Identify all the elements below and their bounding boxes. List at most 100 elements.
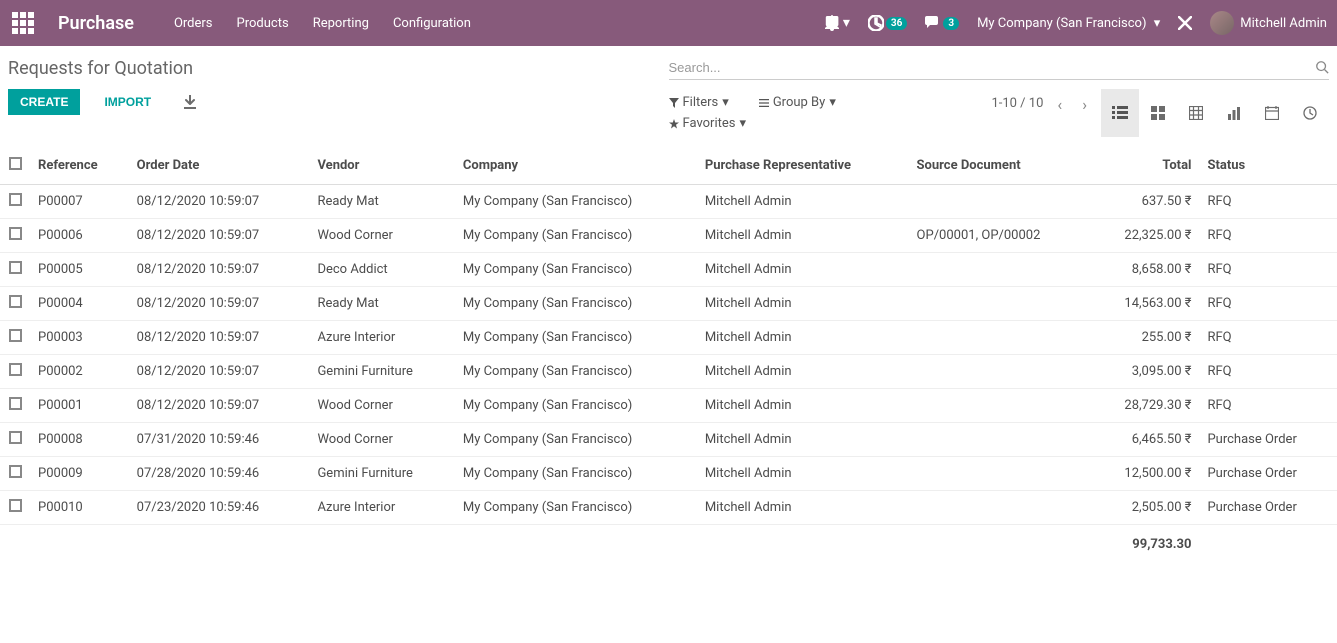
search-options: Filters ▾ Group By ▾ Favorites ▾	[669, 89, 889, 131]
cell-status: Purchase Order	[1199, 423, 1337, 457]
cell-status: RFQ	[1199, 389, 1337, 423]
pager-value[interactable]: 1-10 / 10	[991, 96, 1043, 113]
nav-configuration[interactable]: Configuration	[393, 16, 471, 31]
user-menu[interactable]: Mitchell Admin	[1210, 11, 1327, 35]
company-selector[interactable]: My Company (San Francisco) ▾	[977, 16, 1160, 31]
cell-vendor: Wood Corner	[309, 389, 454, 423]
col-purchase-rep[interactable]: Purchase Representative	[697, 147, 909, 185]
cell-reference: P00002	[30, 355, 129, 389]
cell-company: My Company (San Francisco)	[455, 389, 697, 423]
col-total[interactable]: Total	[1091, 147, 1199, 185]
app-brand[interactable]: Purchase	[58, 13, 134, 34]
download-icon[interactable]	[175, 95, 205, 109]
view-graph-icon[interactable]	[1215, 89, 1253, 137]
row-checkbox[interactable]	[9, 329, 22, 342]
row-checkbox[interactable]	[9, 363, 22, 376]
col-order-date[interactable]: Order Date	[129, 147, 310, 185]
search-box[interactable]	[669, 56, 1330, 80]
cell-company: My Company (San Francisco)	[455, 321, 697, 355]
table-row[interactable]: P0001007/23/2020 10:59:46Azure InteriorM…	[0, 491, 1337, 525]
favorites-label: Favorites	[683, 116, 736, 131]
table-row[interactable]: P0000108/12/2020 10:59:07Wood CornerMy C…	[0, 389, 1337, 423]
cell-purchase-rep: Mitchell Admin	[697, 457, 909, 491]
row-checkbox[interactable]	[9, 499, 22, 512]
cell-vendor: Azure Interior	[309, 321, 454, 355]
view-calendar-icon[interactable]	[1253, 89, 1291, 137]
filters-label: Filters	[683, 95, 719, 110]
row-checkbox[interactable]	[9, 261, 22, 274]
cell-total: 28,729.30 ₹	[1091, 389, 1199, 423]
debug-close-icon[interactable]	[1178, 16, 1192, 30]
create-button[interactable]: CREATE	[8, 89, 80, 115]
select-all-checkbox[interactable]	[9, 157, 22, 170]
row-checkbox[interactable]	[9, 227, 22, 240]
row-checkbox[interactable]	[9, 295, 22, 308]
apps-icon[interactable]	[10, 10, 38, 36]
cell-purchase-rep: Mitchell Admin	[697, 423, 909, 457]
table-row[interactable]: P0000708/12/2020 10:59:07Ready MatMy Com…	[0, 185, 1337, 219]
cell-vendor: Deco Addict	[309, 253, 454, 287]
import-button[interactable]: IMPORT	[92, 89, 163, 115]
table-row[interactable]: P0000807/31/2020 10:59:46Wood CornerMy C…	[0, 423, 1337, 457]
cell-status: RFQ	[1199, 287, 1337, 321]
cell-total: 14,563.00 ₹	[1091, 287, 1199, 321]
cell-vendor: Gemini Furniture	[309, 355, 454, 389]
nav-right: ▾ 36 3 My Company (San Francisco) ▾ Mitc…	[825, 11, 1327, 35]
table-row[interactable]: P0000608/12/2020 10:59:07Wood CornerMy C…	[0, 219, 1337, 253]
col-source-doc[interactable]: Source Document	[909, 147, 1092, 185]
cell-source-doc	[909, 253, 1092, 287]
col-vendor[interactable]: Vendor	[309, 147, 454, 185]
pager-prev-icon[interactable]: ‹	[1051, 89, 1068, 120]
row-checkbox[interactable]	[9, 193, 22, 206]
user-label: Mitchell Admin	[1240, 16, 1327, 31]
table-row[interactable]: P0000208/12/2020 10:59:07Gemini Furnitur…	[0, 355, 1337, 389]
activities-icon[interactable]: 36	[868, 15, 907, 31]
col-reference[interactable]: Reference	[30, 147, 129, 185]
cell-order-date: 08/12/2020 10:59:07	[129, 253, 310, 287]
favorites-button[interactable]: Favorites ▾	[669, 116, 747, 131]
cell-reference: P00004	[30, 287, 129, 321]
cell-source-doc	[909, 355, 1092, 389]
caret-down-icon: ▾	[1154, 16, 1161, 31]
nav-reporting[interactable]: Reporting	[313, 16, 369, 31]
cell-reference: P00010	[30, 491, 129, 525]
table-row[interactable]: P0000907/28/2020 10:59:46Gemini Furnitur…	[0, 457, 1337, 491]
row-checkbox[interactable]	[9, 465, 22, 478]
nav-orders[interactable]: Orders	[174, 16, 213, 31]
row-checkbox[interactable]	[9, 397, 22, 410]
view-pivot-icon[interactable]	[1177, 89, 1215, 137]
cell-source-doc: OP/00001, OP/00002	[909, 219, 1092, 253]
filters-button[interactable]: Filters ▾	[669, 95, 729, 110]
nav-products[interactable]: Products	[237, 16, 289, 31]
discuss-icon[interactable]: 3	[925, 16, 959, 30]
table-row[interactable]: P0000408/12/2020 10:59:07Ready MatMy Com…	[0, 287, 1337, 321]
cell-total: 6,465.50 ₹	[1091, 423, 1199, 457]
col-company[interactable]: Company	[455, 147, 697, 185]
cell-company: My Company (San Francisco)	[455, 185, 697, 219]
search-input[interactable]	[669, 56, 1316, 79]
groupby-button[interactable]: Group By ▾	[759, 95, 836, 110]
cell-order-date: 07/23/2020 10:59:46	[129, 491, 310, 525]
control-panel: Requests for Quotation CREATE IMPORT Fil…	[0, 46, 1337, 137]
table-row[interactable]: P0000308/12/2020 10:59:07Azure InteriorM…	[0, 321, 1337, 355]
company-label: My Company (San Francisco)	[977, 16, 1146, 31]
messaging-icon[interactable]: ▾	[825, 15, 850, 31]
view-list-icon[interactable]	[1101, 89, 1139, 137]
cell-reference: P00007	[30, 185, 129, 219]
search-expand-icon[interactable]	[1315, 60, 1329, 74]
row-checkbox[interactable]	[9, 431, 22, 444]
col-status[interactable]: Status	[1199, 147, 1337, 185]
cell-company: My Company (San Francisco)	[455, 287, 697, 321]
table-row[interactable]: P0000508/12/2020 10:59:07Deco AddictMy C…	[0, 253, 1337, 287]
cell-order-date: 08/12/2020 10:59:07	[129, 355, 310, 389]
view-kanban-icon[interactable]	[1139, 89, 1177, 137]
pager-next-icon[interactable]: ›	[1076, 89, 1093, 120]
cell-reference: P00008	[30, 423, 129, 457]
cell-vendor: Azure Interior	[309, 491, 454, 525]
cell-source-doc	[909, 185, 1092, 219]
view-activity-icon[interactable]	[1291, 89, 1329, 137]
cell-total: 2,505.00 ₹	[1091, 491, 1199, 525]
cell-total: 3,095.00 ₹	[1091, 355, 1199, 389]
cell-total: 22,325.00 ₹	[1091, 219, 1199, 253]
cell-purchase-rep: Mitchell Admin	[697, 253, 909, 287]
